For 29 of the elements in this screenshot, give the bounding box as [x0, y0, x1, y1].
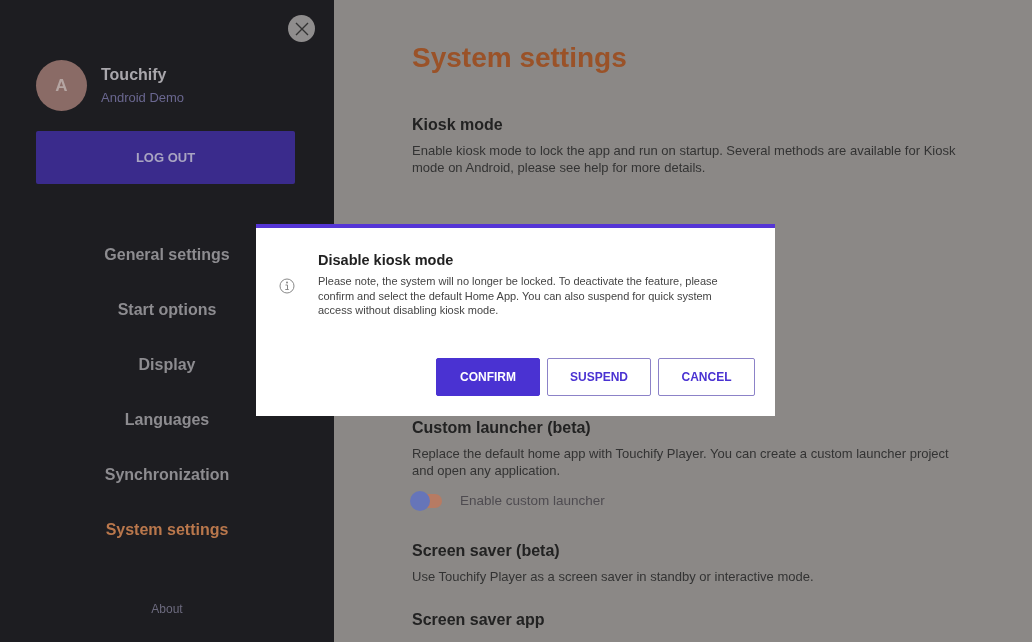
close-button[interactable] — [288, 15, 315, 42]
close-icon — [294, 21, 309, 36]
dialog-button[interactable]: SUSPEND — [547, 358, 651, 396]
section-description: Enable kiosk mode to lock the app and run on startup. Several methods are available for Kiosk mode on Android, please see help for more details. — [412, 142, 957, 176]
sidebar-item[interactable]: Synchronization — [98, 447, 236, 502]
dialog-button[interactable]: CONFIRM — [436, 358, 540, 396]
dialog-message: Please note, the system will no longer be locked. To deactivate the feature, please confirm and select the default Home App. You can also suspend for quick system access without disabling kiosk mode. — [318, 274, 719, 318]
user-name: Touchify — [101, 66, 168, 84]
user-subtitle: Android Demo — [101, 90, 185, 105]
sidebar-item[interactable]: Languages — [118, 392, 216, 447]
section-description: Replace the default home app with Touchify Player. You can create a custom launcher project and open any application. — [412, 445, 950, 479]
sidebar-item[interactable]: Display — [132, 337, 202, 392]
toggle-label: Enable custom launcher — [460, 493, 605, 508]
sidebar-item[interactable]: System settings — [99, 502, 235, 557]
dialog-button[interactable]: CANCEL — [658, 358, 755, 396]
section-heading: Kiosk mode — [412, 116, 504, 134]
section-heading: Custom launcher (beta) — [412, 419, 592, 437]
section-heading: Screen saver app — [412, 611, 546, 629]
section-description: Use Touchify Player as a screen saver in standby or interactive mode. — [412, 568, 815, 585]
section-heading: Screen saver (beta) — [412, 542, 561, 560]
toggle-switch[interactable] — [412, 493, 442, 508]
logout-button[interactable]: LOG OUT — [36, 131, 295, 184]
info-icon — [279, 278, 295, 294]
avatar: A — [36, 60, 87, 111]
sidebar-item[interactable]: Start options — [111, 282, 223, 337]
page-title: System settings — [412, 42, 628, 74]
about-link[interactable]: About — [151, 602, 183, 616]
sidebar-item[interactable]: General settings — [98, 227, 236, 282]
dialog-title: Disable kiosk mode — [318, 252, 455, 268]
